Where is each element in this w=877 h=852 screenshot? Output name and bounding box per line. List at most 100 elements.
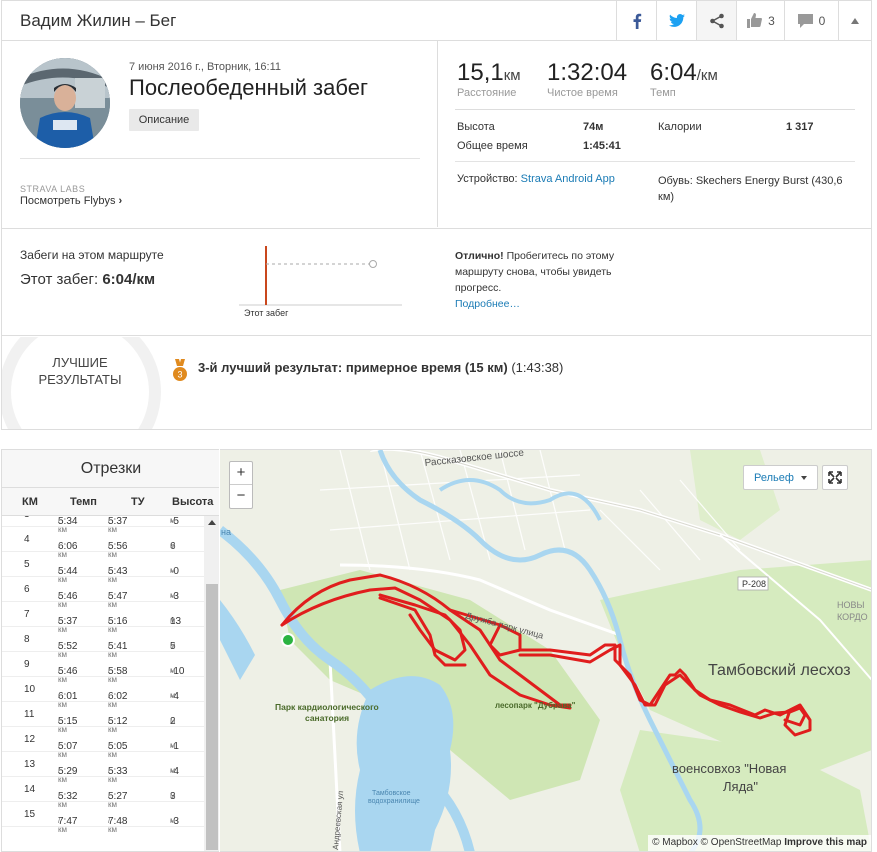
table-row[interactable]: 5 5:44 /км 5:43 /км -0 м	[2, 552, 204, 584]
map-label-park: Парк кардиологического	[275, 702, 379, 712]
map-label-reservoir-line2: водохранилище	[368, 798, 420, 805]
caret-down-icon	[801, 476, 807, 480]
description-button[interactable]: Описание	[129, 109, 199, 131]
improve-map-link[interactable]: Improve this map	[784, 837, 867, 848]
elapsed-time-label: Общее время	[457, 140, 528, 152]
twitter-share-button[interactable]	[656, 1, 696, 40]
distance-label: Расстояние	[457, 87, 517, 99]
zoom-control: + −	[229, 461, 253, 509]
calories-label: Калории	[658, 121, 702, 133]
this-run-label: Этот забег:	[20, 271, 99, 288]
map-label-forest-park: лесопарк "Дубрава"	[495, 701, 576, 710]
splits-panel: Отрезки КМ Темп ТУ Высота 35:34 /км5:37 …	[1, 449, 219, 852]
scroll-up-arrow[interactable]	[208, 520, 216, 525]
table-row[interactable]: 12 5:07 /км 5:05 /км -1 м	[2, 727, 204, 759]
collapse-button[interactable]	[838, 1, 871, 40]
elevation-unit: м	[170, 766, 176, 775]
activity-date: 7 июня 2016 г., Вторник, 16:11	[129, 61, 281, 73]
route-map[interactable]: Рассказовское шоссе Дружба парк улица Р-…	[220, 449, 872, 852]
comments-button[interactable]: 0	[784, 1, 838, 40]
map-label-forestry: Тамбовский лесхоз	[708, 662, 851, 679]
device-label: Устройство:	[457, 173, 518, 185]
table-row[interactable]: 15 7:47 /км 7:48 /км -3 м	[2, 802, 204, 834]
shoes-info: Обувь: Skechers Energy Burst (430,6 км)	[658, 173, 853, 205]
elevation-unit: м	[170, 816, 176, 825]
map-label-edge1: НОВЫ	[837, 600, 865, 610]
col-elevation: Высота	[172, 496, 214, 508]
split-km: 11	[24, 709, 35, 720]
table-row[interactable]: 6 5:46 /км 5:47 /км -3 м	[2, 577, 204, 609]
share-button[interactable]	[696, 1, 736, 40]
pace-stat: 6:04/км Темп	[650, 59, 718, 99]
table-row[interactable]: 9 5:46 /км 5:58 /км -10 м	[2, 652, 204, 684]
split-km: 6	[24, 584, 30, 595]
splits-scrollbar[interactable]	[204, 516, 219, 851]
activity-header: Вадим Жилин – Бег 3 0	[2, 1, 871, 41]
distance-unit: км	[503, 67, 521, 84]
zoom-out-button[interactable]: −	[230, 485, 252, 508]
moving-time-label: Чистое время	[547, 87, 618, 99]
distance-value: 15,1	[457, 59, 504, 86]
split-km: 10	[24, 684, 36, 695]
comparison-sparkline	[239, 246, 402, 306]
split-km: 14	[24, 784, 36, 795]
best-effort-text[interactable]: 3-й лучший результат: примерное время (1…	[198, 360, 563, 375]
splits-title: Отрезки	[2, 450, 219, 488]
fullscreen-button[interactable]	[822, 465, 848, 490]
medal-number: 3	[177, 370, 182, 380]
map-attribution: © Mapbox © OpenStreetMap Improve this ma…	[648, 835, 871, 851]
moving-time-stat: 1:32:04 Чистое время	[547, 59, 627, 99]
avatar[interactable]	[20, 58, 110, 148]
elevation-unit: м	[170, 741, 176, 750]
scrollbar-thumb[interactable]	[206, 584, 218, 850]
zoom-in-button[interactable]: +	[230, 462, 252, 485]
map-layer-label: Рельеф	[754, 472, 794, 484]
pace-unit: /км	[58, 816, 67, 834]
map-label-reservoir: Тамбовское	[372, 789, 411, 797]
map-label-sovkhoz-line2: Ляда"	[723, 779, 758, 794]
split-km: 7	[24, 609, 30, 620]
table-row[interactable]: 14 5:32 /км 5:27 /км 3 м	[2, 777, 204, 809]
split-km: 13	[24, 759, 36, 770]
map-layer-dropdown[interactable]: Рельеф	[743, 465, 818, 490]
col-gap: ТУ	[131, 496, 145, 508]
map-canvas[interactable]: Рассказовское шоссе Дружба парк улица Р-…	[220, 450, 872, 852]
map-label-road-number: Р-208	[742, 579, 766, 589]
kudos-button[interactable]: 3	[736, 1, 784, 40]
elevation-unit: м	[170, 641, 176, 650]
device-link[interactable]: Strava Android App	[521, 173, 615, 185]
split-km: 3	[24, 516, 30, 520]
table-row[interactable]: 11 5:15 /км 5:12 /км 2 м	[2, 702, 204, 734]
table-row[interactable]: 35:34 /км5:37 /км-5 м	[2, 516, 204, 534]
activity-name: Послеобеденный забег	[129, 75, 368, 100]
divider	[20, 158, 420, 159]
kudos-count: 3	[768, 13, 775, 28]
attribution-mapbox[interactable]: © Mapbox	[652, 837, 698, 848]
attribution-osm[interactable]: © OpenStreetMap	[701, 837, 782, 848]
pace-label: Темп	[650, 87, 676, 99]
elevation-unit: м	[170, 666, 176, 675]
thumbs-up-icon	[747, 13, 763, 28]
facebook-share-button[interactable]	[616, 1, 656, 40]
facebook-icon	[633, 13, 641, 29]
chevron-right-icon: ›	[118, 195, 123, 207]
comment-icon	[797, 13, 813, 28]
pace-unit: /км	[108, 816, 117, 834]
split-km: 5	[24, 559, 30, 570]
table-row[interactable]: 7 5:37 /км 5:16 /км 13 м	[2, 602, 204, 634]
best-effort-bold: 3-й лучший результат: примерное время (1…	[198, 360, 508, 375]
comments-count: 0	[818, 13, 826, 28]
flybys-link[interactable]: Посмотреть Flybys ›	[20, 195, 122, 207]
table-row[interactable]: 13 5:29 /км 5:33 /км -4 м	[2, 752, 204, 784]
table-row[interactable]: 8 5:52 /км 5:41 /км 5 м	[2, 627, 204, 659]
excellent-bold: Отлично!	[455, 250, 504, 262]
route-start-marker[interactable]	[281, 633, 295, 647]
activity-summary: 7 июня 2016 г., Вторник, 16:11 Послеобед…	[2, 41, 438, 227]
table-row[interactable]: 4 6:06 /км 5:56 /км 6 м	[2, 527, 204, 559]
share-icon	[709, 13, 724, 28]
table-row[interactable]: 10 6:01 /км 6:02 /км -4 м	[2, 677, 204, 709]
splits-rows[interactable]: 35:34 /км5:37 /км-5 м46:06 /км5:56 /км6 …	[2, 516, 204, 851]
split-km: 8	[24, 634, 30, 645]
twitter-icon	[668, 14, 685, 27]
more-link[interactable]: Подробнее…	[455, 298, 520, 310]
